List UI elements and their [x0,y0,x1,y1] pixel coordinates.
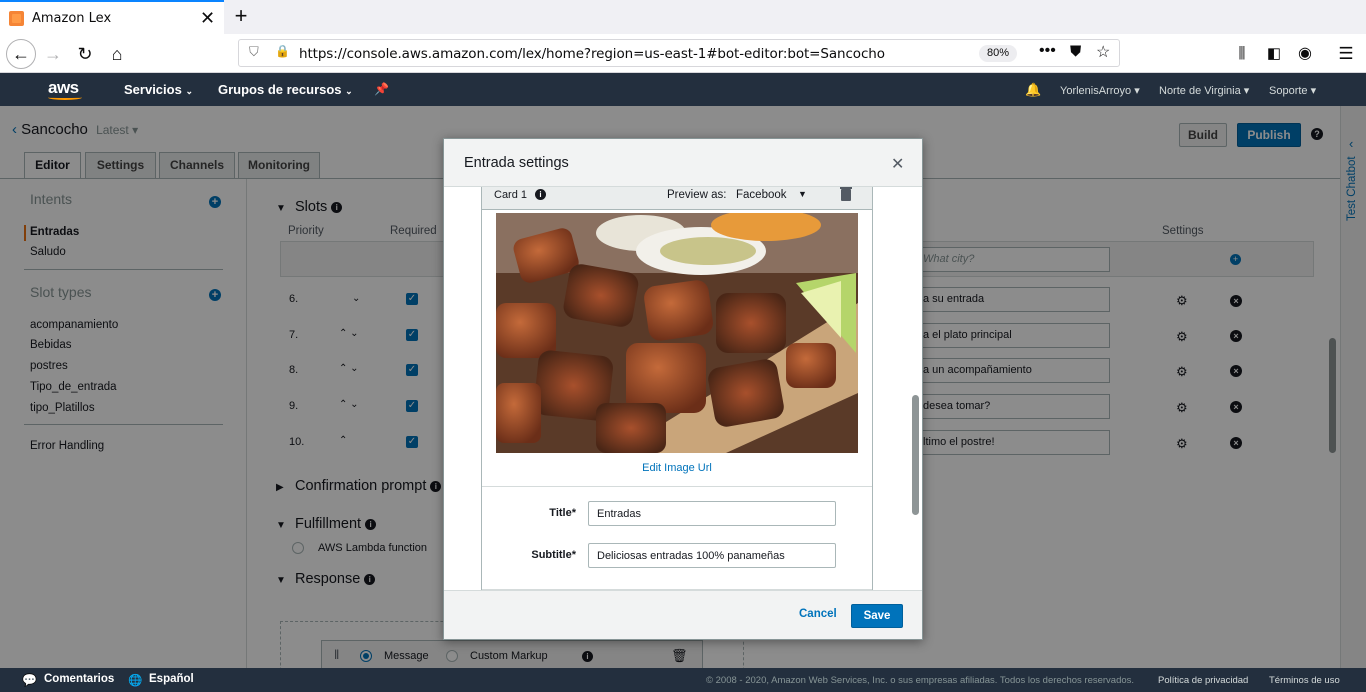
aws-footer: 💬 Comentarios 🌐 Español © 2008 - 2020, A… [0,668,1366,692]
response-card: Card 1 i Preview as: Facebook ▼ Edit Imag… [481,187,873,590]
modal-body: Card 1 i Preview as: Facebook ▼ Edit Imag… [444,187,922,590]
cancel-button[interactable]: Cancel [799,608,837,620]
browser-navbar: ← → ↻ ⌂ ⛉ 🔒 https://console.aws.amazon.c… [0,34,1366,73]
edit-image-url-link[interactable]: Edit Image Url [482,462,872,474]
caret-down-icon[interactable]: ▼ [798,189,807,199]
browser-tabbar: Amazon Lex ✕ + [0,0,1366,34]
title-input[interactable] [588,501,836,526]
divider [482,486,872,487]
speech-bubble-icon[interactable]: 💬 [22,673,37,687]
sidebar-toggle-icon[interactable]: ◧ [1261,41,1287,67]
zoom-level[interactable]: 80% [979,45,1017,62]
back-arrow-icon[interactable]: ← [8,41,34,67]
tab-title: Amazon Lex [32,11,112,26]
modal-footer: Cancel Save [444,590,922,639]
forward-arrow-icon[interactable]: → [40,41,66,67]
subtitle-input[interactable] [588,543,836,568]
support-menu[interactable]: Soporte ▾ [1269,84,1316,97]
services-menu[interactable]: Servicios ⌄ [124,82,193,97]
url-bar[interactable]: ⛉ 🔒 https://console.aws.amazon.com/lex/h… [238,39,1120,67]
lock-icon[interactable]: 🔒 [275,44,290,58]
user-menu[interactable]: YorlenisArroyo ▾ [1060,84,1140,97]
modal-title: Entrada settings [464,155,569,171]
shield-icon[interactable]: ⛉ [249,44,259,60]
user-label: YorlenisArroyo [1060,85,1132,97]
subtitle-label: Subtitle* [531,549,576,561]
home-icon[interactable]: ⌂ [104,41,130,67]
library-icon[interactable]: ⫼ [1229,41,1255,67]
bell-icon[interactable]: 🔔 [1025,82,1041,98]
card-image [496,213,858,453]
language-link[interactable]: Español [149,673,194,685]
info-icon[interactable]: i [535,189,547,200]
url-text[interactable]: https://console.aws.amazon.com/lex/home?… [299,46,885,62]
more-icon[interactable]: ••• [1039,42,1056,60]
bookmark-star-icon[interactable]: ☆ [1096,42,1110,62]
pocket-icon[interactable]: ⛊ [1070,43,1081,60]
pin-icon[interactable]: 📌 [374,82,389,96]
card-title: Card 1 [494,189,528,201]
close-tab-icon[interactable]: ✕ [200,8,215,29]
card-label: Card 1 i [494,189,547,201]
account-icon[interactable]: ◉ [1292,41,1318,67]
save-button[interactable]: Save [851,604,903,628]
close-icon[interactable]: ✕ [891,154,904,174]
browser-tab[interactable]: Amazon Lex ✕ [0,0,224,34]
modal-header: Entrada settings ✕ [444,139,922,187]
resource-groups-menu[interactable]: Grupos de recursos ⌄ [218,82,353,97]
new-tab-icon[interactable]: + [230,3,252,29]
food-photo [496,213,858,453]
region-menu[interactable]: Norte de Virginia ▾ [1159,84,1249,97]
aws-smile-icon [48,95,82,100]
feedback-link[interactable]: Comentarios [44,673,114,685]
copyright: © 2008 - 2020, Amazon Web Services, Inc.… [706,675,1135,686]
preview-label: Preview as: [667,189,727,201]
modal-scrollbar[interactable] [912,395,919,515]
title-label: Title* [549,507,576,519]
preview-select[interactable]: Facebook [736,189,787,201]
card-header: Card 1 i Preview as: Facebook ▼ [482,187,872,210]
trash-icon[interactable] [840,187,852,201]
terms-link[interactable]: Términos de uso [1269,675,1340,686]
aws-cube-icon [9,11,24,26]
services-label: Servicios [124,82,182,97]
support-label: Soporte [1269,85,1308,97]
reload-icon[interactable]: ↻ [72,41,98,67]
region-label: Norte de Virginia [1159,85,1241,97]
menu-icon[interactable]: ☰ [1333,41,1359,67]
resource-groups-label: Grupos de recursos [218,82,342,97]
globe-icon[interactable]: 🌐 [128,673,142,687]
entrada-settings-modal: Entrada settings ✕ Card 1 i Preview as: F… [443,138,923,640]
aws-header: aws Servicios ⌄ Grupos de recursos ⌄ 📌 🔔… [0,73,1366,106]
privacy-link[interactable]: Política de privacidad [1158,675,1248,686]
